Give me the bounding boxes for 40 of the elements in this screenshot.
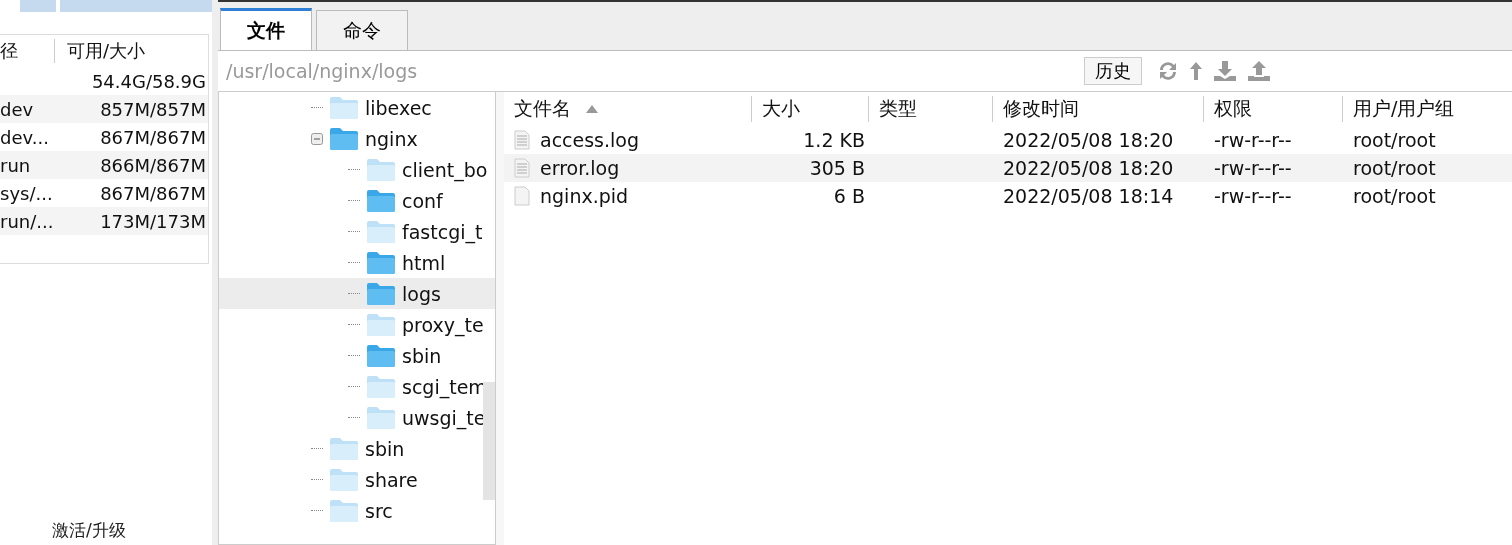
history-button[interactable]: 历史 (1084, 57, 1142, 85)
file-row[interactable]: error.log 305 B 2022/05/08 18:20 -rw-r--r-- root/root (504, 154, 1512, 182)
tree-item[interactable]: src (219, 495, 495, 526)
disk-row[interactable]: run 866M/867M (0, 151, 208, 179)
activate-link[interactable]: 激活/升级 (52, 520, 126, 540)
file-row[interactable]: nginx.pid 6 B 2022/05/08 18:14 -rw-r--r-- root/root (504, 182, 1512, 210)
column-header[interactable]: 修改时间 (993, 96, 1204, 122)
file-row[interactable]: access.log 1.2 KB 2022/05/08 18:20 -rw-r--r-- root/root (504, 126, 1512, 154)
column-header[interactable]: 类型 (869, 96, 993, 122)
up-arrow-icon[interactable] (1188, 60, 1204, 82)
tab[interactable]: 命令 (316, 10, 408, 50)
column-header[interactable]: 用户/用户组 (1343, 96, 1512, 122)
tree-item[interactable]: sbin (219, 433, 495, 464)
splitter-handle[interactable] (496, 92, 504, 545)
upload-icon[interactable] (1246, 60, 1272, 82)
tab[interactable]: 文件 (220, 8, 312, 50)
tree-item[interactable]: uwsgi_te (219, 402, 495, 433)
tree-item[interactable]: proxy_te (219, 309, 495, 340)
tree-item[interactable]: share (219, 464, 495, 495)
column-header[interactable]: 大小 (752, 96, 869, 122)
tree-item[interactable]: nginx (219, 123, 495, 154)
column-header[interactable]: 可用/大小 (55, 39, 146, 63)
disk-row[interactable]: sys/... 867M/867M (0, 179, 208, 207)
tree-item[interactable]: logs (219, 278, 495, 309)
download-icon[interactable] (1212, 60, 1238, 82)
column-header[interactable]: 文件名 (504, 96, 752, 122)
disk-row[interactable]: run/... 173M/173M (0, 207, 208, 235)
tree-item[interactable]: conf (219, 185, 495, 216)
tree-item[interactable]: libexec (219, 92, 495, 123)
disk-row[interactable]: dev 857M/857M (0, 95, 208, 123)
scrollbar-thumb[interactable] (483, 382, 495, 500)
tree-item[interactable]: sbin (219, 340, 495, 371)
disk-row[interactable]: dev... 867M/867M (0, 123, 208, 151)
tree-item[interactable]: fastcgi_t (219, 216, 495, 247)
tree-item[interactable]: client_bo (219, 154, 495, 185)
column-header[interactable]: 权限 (1204, 96, 1343, 122)
column-header[interactable]: 径 (0, 39, 55, 63)
tree-item[interactable]: html (219, 247, 495, 278)
disk-row[interactable]: 54.4G/58.9G (0, 67, 208, 95)
collapse-icon[interactable] (311, 132, 323, 145)
